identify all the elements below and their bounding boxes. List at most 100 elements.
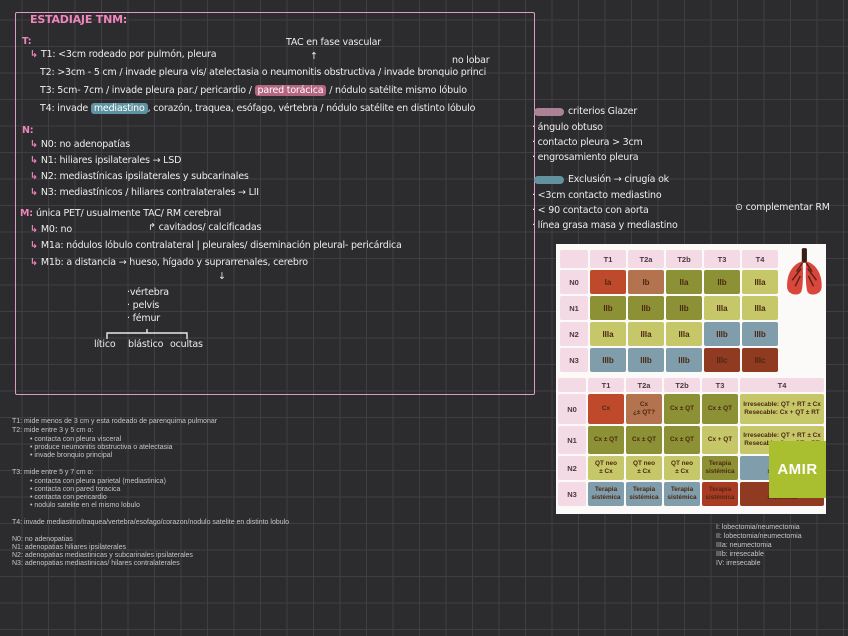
handwritten-text: ↳: [30, 257, 41, 268]
typed-note-line: T2: mide entre 3 y 5 cm o:: [12, 427, 93, 434]
lungs-icon: [782, 246, 826, 300]
amir-logo: AMIR: [769, 441, 826, 498]
handwritten-line: lítico: [94, 340, 115, 350]
handwritten-line: TAC en fase vascular: [286, 38, 381, 48]
handwritten-text: ↳: [30, 49, 41, 60]
handwritten-text: Exclusión → cirugía ok: [568, 174, 669, 185]
typed-note-line: N1: adenopatias hiliares ipsilaterales: [12, 544, 126, 551]
highlight-swatch-mauve: [534, 108, 564, 116]
handwritten-text: M1b: a distancia → hueso, hígado y supra…: [41, 257, 308, 268]
typed-note-line: • contacta con pleura parietal (mediasti…: [30, 478, 166, 485]
handwritten-text: T4: invade: [40, 103, 91, 114]
table-cell: IIIa: [742, 296, 778, 320]
resection-legend-line: IIIa: neumectomia: [716, 542, 772, 549]
table-cell: IIIb: [666, 348, 702, 372]
handwritten-text: · fémur: [127, 313, 160, 324]
resection-legend-line: IV: irresecable: [716, 560, 760, 567]
handwritten-line: no lobar: [452, 56, 489, 66]
table-row-header: N0: [560, 270, 588, 294]
handwritten-text: T:: [22, 36, 31, 47]
handwritten-line: ↱ cavitados/ calcificadas: [148, 223, 261, 233]
handwritten-text: · línea grasa masa y mediastino: [532, 220, 678, 231]
table-cell: IIIc: [742, 348, 778, 372]
table-cell: IIIb: [590, 348, 626, 372]
handwritten-text: ⊙ complementar RM: [735, 202, 830, 213]
table-cell: Cx + QT: [702, 426, 738, 454]
table-column-header: T3: [704, 250, 740, 268]
table-cell: IIIa: [590, 322, 626, 346]
handwritten-line: ↑: [310, 52, 318, 62]
handwritten-line: ↳ N3: mediastínicos / hiliares contralat…: [30, 188, 259, 198]
handwritten-line: criterios Glazer: [534, 107, 637, 117]
handwritten-text: · <3cm contacto mediastino: [532, 190, 661, 201]
typed-note-line: N3: adenopatias mediastinicas/ hilares c…: [12, 560, 180, 567]
resection-legend-line: II: lobectomia/neumectomia: [716, 533, 802, 540]
table-cell: Terapia sistémica: [588, 482, 624, 506]
handwritten-line: ocultas: [170, 340, 203, 350]
typed-note-line: N0: no adenopatias: [12, 536, 73, 543]
handwritten-line: ↳ M1a: nódulos lóbulo contralateral | pl…: [30, 241, 402, 251]
table-row-header: N0: [558, 394, 586, 424]
table-cell: Terapia sistémica: [664, 482, 700, 506]
table-cell: IIb: [666, 296, 702, 320]
handwritten-text: ↑: [310, 51, 318, 62]
table-cell: IIb: [628, 296, 664, 320]
handwritten-text: pared torácica: [255, 85, 327, 96]
handwritten-text: ↳: [30, 240, 41, 251]
table-column-header: T2b: [666, 250, 702, 268]
handwritten-line: · pelvis: [127, 301, 159, 311]
handwritten-text: N3: mediastínicos / hiliares contralater…: [41, 187, 259, 198]
table-corner: [558, 378, 586, 392]
table-cell: Irresecable: QT + RT ± Cx Resecable: Cx …: [740, 394, 824, 424]
table-cell: IIIc: [704, 348, 740, 372]
table-cell: Terapia sistémica: [702, 482, 738, 506]
handwritten-line: · engrosamiento pleura: [532, 153, 638, 163]
handwritten-text: · < 90 contacto con aorta: [532, 205, 649, 216]
table-cell: Ib: [628, 270, 664, 294]
handwritten-text: T3: 5cm- 7cm / invade pleura par./ peric…: [40, 85, 255, 96]
table-cell: Terapia sistémica: [702, 456, 738, 480]
table-cell: IIIb: [628, 348, 664, 372]
table-cell: IIb: [590, 296, 626, 320]
handwritten-line: ·vértebra: [127, 288, 169, 298]
handwritten-line: · ángulo obtuso: [532, 123, 603, 133]
handwritten-line: ↳ N1: hiliares ipsilaterales → LSD: [30, 156, 181, 166]
table-cell: QT neo ± Cx: [664, 456, 700, 480]
handwritten-text: N1: hiliares ipsilaterales → LSD: [41, 155, 181, 166]
table-cell: Cx ± QT: [664, 394, 700, 424]
handwritten-text: T2: >3cm - 5 cm / invade pleura vis/ ate…: [40, 67, 486, 78]
table-cell: IIIb: [742, 322, 778, 346]
table-row-header: N1: [560, 296, 588, 320]
typed-note-line: N2: adenopatias mediastinicas y subcarin…: [12, 552, 193, 559]
table-column-header: T1: [588, 378, 624, 392]
table-cell: IIIa: [704, 296, 740, 320]
handwritten-text: ↳: [30, 139, 41, 150]
handwritten-line: ↳ M1b: a distancia → hueso, hígado y sup…: [30, 258, 308, 268]
handwritten-line: ESTADIAJE TNM:: [30, 14, 127, 26]
handwritten-text: ↳: [30, 171, 41, 182]
table-column-header: T1: [590, 250, 626, 268]
table-cell: Ia: [590, 270, 626, 294]
resection-legend-line: IIIb: irresecable: [716, 551, 764, 558]
handwritten-text: ↓: [218, 271, 226, 282]
table-cell: IIIa: [628, 322, 664, 346]
handwritten-text: N:: [22, 125, 33, 136]
handwritten-line: N:: [22, 126, 33, 136]
resection-legend-line: I: lobectomia/neumectomia: [716, 524, 800, 531]
handwritten-line: · contacto pleura > 3cm: [532, 138, 643, 148]
table-cell: Cx ± QT: [588, 426, 624, 454]
highlight-swatch-teal: [534, 176, 564, 184]
typed-note-line: • produce neumonitis obstructiva o atele…: [30, 444, 173, 451]
handwritten-line: ↳ N2: mediastínicas ipsilaterales y subc…: [30, 172, 249, 182]
handwritten-text: N2: mediastínicas ipsilaterales y subcar…: [41, 171, 249, 182]
notes-canvas[interactable]: ESTADIAJE TNM:T:↳ T1: <3cm rodeado por p…: [0, 0, 848, 636]
table-cell: QT neo ± Cx: [626, 456, 662, 480]
handwritten-text: TAC en fase vascular: [286, 37, 381, 48]
table-column-header: T3: [702, 378, 738, 392]
handwritten-line: blástico: [128, 340, 163, 350]
typed-note-line: • contacta con pleura visceral: [30, 436, 121, 443]
handwritten-line: ⊙ complementar RM: [735, 203, 830, 213]
typed-note-line: T3: mide entre 5 y 7 cm o:: [12, 469, 93, 476]
table-cell: Cx: [588, 394, 624, 424]
table-cell: IIIa: [742, 270, 778, 294]
